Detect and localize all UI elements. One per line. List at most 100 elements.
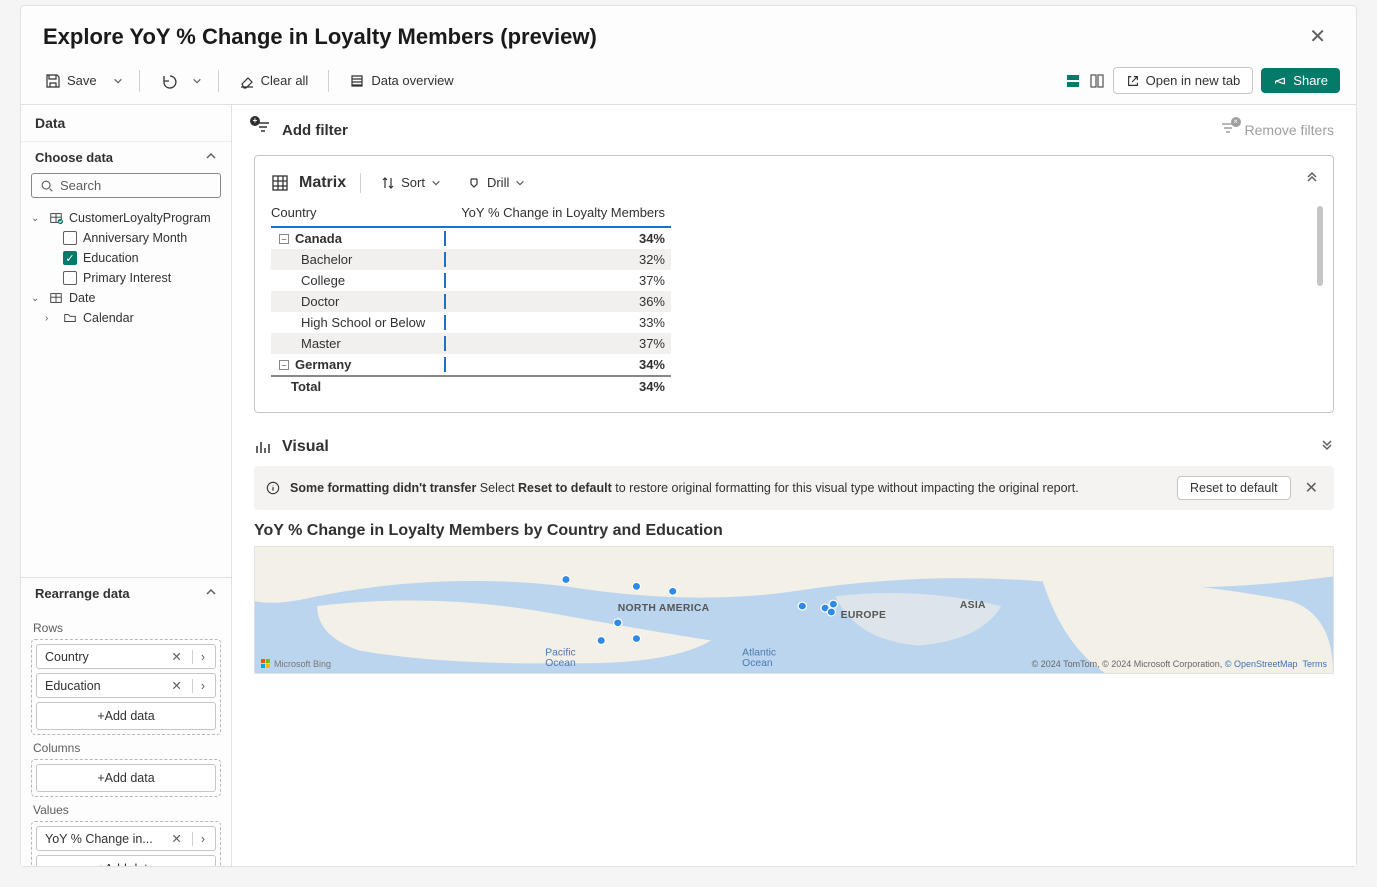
checkbox-unchecked-icon[interactable] (63, 231, 77, 245)
matrix-icon (271, 174, 289, 192)
chevron-down-icon (113, 76, 123, 86)
matrix-cell-label: Doctor (301, 294, 339, 309)
rearrange-header[interactable]: Rearrange data (21, 577, 231, 609)
collapse-group-icon[interactable]: – (279, 360, 289, 370)
matrix-cell-label: Total (291, 379, 321, 394)
matrix-cell-label: Canada (295, 231, 342, 246)
save-dropdown[interactable] (109, 71, 127, 91)
external-link-icon (1126, 74, 1140, 88)
data-overview-button[interactable]: Data overview (341, 68, 461, 94)
map-label-atlantic: Atlantic (742, 647, 776, 658)
close-icon[interactable]: ✕ (1301, 20, 1334, 53)
matrix-row[interactable]: Total 34% (271, 375, 671, 396)
reset-to-default-button[interactable]: Reset to default (1177, 476, 1291, 500)
sort-button[interactable]: Sort (375, 172, 447, 193)
save-label: Save (67, 73, 97, 88)
columns-label: Columns (33, 741, 221, 755)
drill-icon (467, 176, 481, 190)
matrix-cell-value: 34% (446, 379, 671, 394)
toolbar: Save Clear all Data overview (21, 63, 1356, 104)
choose-data-header[interactable]: Choose data (21, 141, 231, 173)
chevron-right-icon[interactable]: › (199, 832, 207, 846)
matrix-col-yoy: YoY % Change in Loyalty Members (446, 205, 671, 220)
matrix-table[interactable]: Country YoY % Change in Loyalty Members … (271, 205, 671, 396)
matrix-row[interactable]: –Canada34% (271, 228, 671, 249)
columns-well[interactable]: +Add data (31, 759, 221, 797)
matrix-row[interactable]: –Germany34% (271, 354, 671, 375)
tree-table-label: Date (69, 291, 95, 305)
filter-remove-icon: × (1219, 120, 1237, 141)
checkbox-unchecked-icon[interactable] (63, 271, 77, 285)
expand-down-icon[interactable] (1320, 437, 1334, 456)
field-tree: ⌄ CustomerLoyaltyProgram Anniversary Mon… (21, 206, 231, 338)
bar-chart-icon (254, 438, 272, 456)
rows-well[interactable]: Country ✕› Education ✕› +Add data (31, 639, 221, 735)
tree-table-date[interactable]: ⌄ Date (27, 288, 225, 308)
collapse-up-icon[interactable] (1305, 170, 1319, 187)
drill-button[interactable]: Drill (461, 172, 531, 193)
undo-dropdown[interactable] (188, 71, 206, 91)
chevron-right-icon[interactable]: › (199, 679, 207, 693)
add-data-rows[interactable]: +Add data (36, 702, 216, 730)
tree-field-anniversary[interactable]: Anniversary Month (27, 228, 225, 248)
clear-all-label: Clear all (261, 73, 309, 88)
tree-table-customerloyalty[interactable]: ⌄ CustomerLoyaltyProgram (27, 208, 225, 228)
scrollbar[interactable] (1317, 206, 1323, 286)
values-well[interactable]: YoY % Change in... ✕› +Add data (31, 821, 221, 866)
save-button[interactable]: Save (37, 68, 105, 94)
data-header: Data (21, 105, 231, 141)
layout-toggle-side-icon[interactable] (1089, 73, 1105, 89)
map-label-pacific: Pacific (545, 647, 575, 658)
share-button[interactable]: Share (1261, 68, 1340, 93)
matrix-cell-value: 33% (446, 315, 671, 330)
close-banner-icon[interactable]: ✕ (1301, 478, 1322, 498)
matrix-row[interactable]: High School or Below33% (271, 312, 671, 333)
osm-link[interactable]: © OpenStreetMap (1225, 659, 1298, 669)
matrix-row[interactable]: Bachelor32% (271, 249, 671, 270)
chevron-down-icon (192, 76, 202, 86)
collapse-group-icon[interactable]: – (279, 234, 289, 244)
token-country[interactable]: Country ✕› (36, 644, 216, 669)
undo-button[interactable] (152, 68, 184, 94)
list-icon (349, 73, 365, 89)
eraser-icon (239, 73, 255, 89)
folder-icon (63, 311, 77, 325)
token-education[interactable]: Education ✕› (36, 673, 216, 698)
title-bar: Explore YoY % Change in Loyalty Members … (21, 6, 1356, 63)
search-input[interactable]: Search (31, 173, 221, 198)
matrix-row[interactable]: Master37% (271, 333, 671, 354)
tree-folder-calendar[interactable]: › Calendar (27, 308, 225, 328)
filter-bar: + Add filter × Remove filters (232, 105, 1356, 155)
chevron-right-icon[interactable]: › (199, 650, 207, 664)
tree-field-education[interactable]: ✓ Education (27, 248, 225, 268)
terms-link[interactable]: Terms (1303, 659, 1328, 669)
explore-dialog: Explore YoY % Change in Loyalty Members … (20, 5, 1357, 867)
matrix-row[interactable]: College37% (271, 270, 671, 291)
svg-text:Ocean: Ocean (545, 658, 576, 669)
matrix-row[interactable]: Doctor 36% (271, 291, 671, 312)
clear-all-button[interactable]: Clear all (231, 68, 317, 94)
matrix-card: Matrix Sort Drill (254, 155, 1334, 413)
open-new-tab-label: Open in new tab (1146, 73, 1241, 88)
remove-icon[interactable]: ✕ (167, 678, 185, 693)
remove-icon[interactable]: ✕ (167, 831, 185, 846)
add-filter-button[interactable]: + Add filter (254, 119, 348, 141)
remove-filters-button[interactable]: × Remove filters (1219, 120, 1334, 141)
table-icon (49, 291, 63, 305)
layout-toggle-stacked-icon[interactable] (1065, 73, 1081, 89)
open-new-tab-button[interactable]: Open in new tab (1113, 67, 1254, 94)
map-copyright: © 2024 TomTom, © 2024 Microsoft Corporat… (1032, 659, 1327, 669)
tree-folder-label: Calendar (83, 311, 134, 325)
remove-icon[interactable]: ✕ (167, 649, 185, 664)
page-title: Explore YoY % Change in Loyalty Members … (43, 24, 597, 50)
data-overview-label: Data overview (371, 73, 453, 88)
map-visual[interactable]: NORTH AMERICA EUROPE ASIA Pacific Ocean … (254, 546, 1334, 674)
chevron-down-icon (515, 178, 525, 188)
checkbox-checked-icon[interactable]: ✓ (63, 251, 77, 265)
matrix-cell-value: 36% (446, 294, 671, 309)
token-yoy[interactable]: YoY % Change in... ✕› (36, 826, 216, 851)
tree-field-primary-interest[interactable]: Primary Interest (27, 268, 225, 288)
visual-header: Visual (232, 431, 1356, 466)
add-data-values[interactable]: +Add data (36, 855, 216, 866)
add-data-columns[interactable]: +Add data (36, 764, 216, 792)
